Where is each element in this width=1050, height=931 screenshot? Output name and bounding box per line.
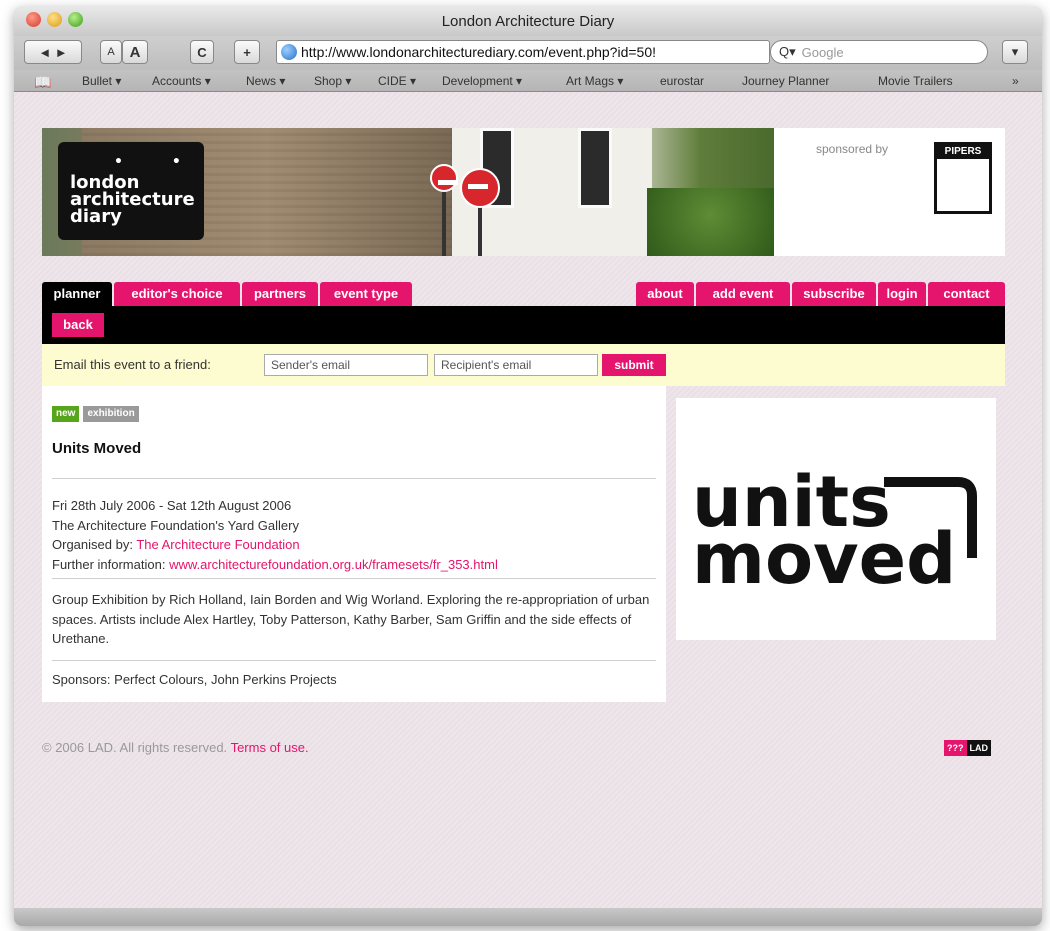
logo-text-line2: moved: [692, 518, 956, 600]
organiser-link[interactable]: The Architecture Foundation: [136, 537, 299, 552]
tab-add-event[interactable]: add event: [696, 282, 790, 306]
tab-contact[interactable]: contact: [928, 282, 1005, 306]
divider: [52, 660, 656, 661]
tab-partners[interactable]: partners: [242, 282, 318, 306]
tab-login[interactable]: login: [878, 282, 926, 306]
browser-toolbar: ◄ ► A A C + http://www.londonarchitectur…: [14, 36, 1042, 70]
bookmark-movie-trailers[interactable]: Movie Trailers: [878, 74, 953, 88]
tab-event-type[interactable]: event type: [320, 282, 412, 306]
back-button[interactable]: back: [52, 313, 104, 337]
recipient-email-input[interactable]: Recipient's email: [434, 354, 598, 376]
book-icon[interactable]: 📖: [34, 74, 51, 91]
event-type-badge[interactable]: exhibition: [83, 406, 139, 422]
event-description: Group Exhibition by Rich Holland, Iain B…: [52, 592, 650, 646]
main-nav: planner editor's choice partners event t…: [42, 282, 1005, 344]
email-friend-form: Email this event to a friend: Sender's e…: [42, 344, 1005, 386]
organised-by-label: Organised by:: [52, 537, 133, 552]
bookmark-accounts[interactable]: Accounts ▾: [152, 74, 211, 88]
email-friend-label: Email this event to a friend:: [54, 357, 211, 372]
browser-window: London Architecture Diary ◄ ► A A C + ht…: [14, 6, 1042, 926]
bookmarks-bar: 📖 Bullet ▾ Accounts ▾ News ▾ Shop ▾ CIDE…: [14, 70, 1042, 92]
divider: [52, 478, 656, 479]
bookmark-development[interactable]: Development ▾: [442, 74, 522, 88]
reload-button[interactable]: C: [190, 40, 214, 64]
submit-button[interactable]: submit: [602, 354, 666, 376]
no-entry-sign-icon: [460, 168, 500, 208]
tab-planner[interactable]: planner: [42, 282, 112, 306]
title-bar: London Architecture Diary: [14, 6, 1042, 36]
site-banner: • • london architecture diary sponsored …: [42, 128, 1005, 256]
sender-email-input[interactable]: Sender's email: [264, 354, 428, 376]
sponsor-logo[interactable]: PIPERS: [934, 142, 992, 214]
no-entry-sign-icon: [430, 164, 458, 192]
event-venue: The Architecture Foundation's Yard Galle…: [52, 517, 299, 533]
terms-link[interactable]: Terms of use.: [231, 740, 309, 755]
add-bookmark-button[interactable]: +: [234, 40, 260, 64]
text-smaller-button[interactable]: A: [100, 40, 122, 64]
event-title: Units Moved: [52, 440, 142, 457]
search-field[interactable]: Q▾ Google: [770, 40, 988, 64]
bookmark-bullet[interactable]: Bullet ▾: [82, 74, 121, 88]
footer-logo-left: ???: [944, 740, 967, 756]
new-badge: new: [52, 406, 80, 422]
back-forward-buttons[interactable]: ◄ ►: [24, 40, 82, 64]
further-info-label: Further information:: [52, 556, 166, 572]
sub-nav-bar: back: [42, 306, 1005, 344]
divider: [52, 578, 656, 579]
event-dates: Fri 28th July 2006 - Sat 12th August 200…: [52, 498, 292, 513]
bookmarks-overflow[interactable]: »: [1012, 74, 1019, 88]
search-icon: Q▾: [779, 44, 796, 59]
tab-subscribe[interactable]: subscribe: [792, 282, 876, 306]
globe-icon: [281, 44, 297, 60]
site-logo[interactable]: • • london architecture diary: [58, 142, 204, 240]
event-details: new exhibition Units Moved Fri 28th July…: [42, 386, 666, 702]
text-bigger-button[interactable]: A: [122, 40, 148, 64]
status-bar: [14, 908, 1042, 926]
event-image: units moved: [676, 398, 996, 640]
actions-menu-button[interactable]: ▾: [1002, 40, 1028, 64]
units-moved-logo: units moved: [692, 461, 977, 600]
sponsored-by-label: sponsored by: [816, 142, 889, 156]
tab-about[interactable]: about: [636, 282, 694, 306]
further-info-link[interactable]: www.architecturefoundation.org.uk/frames…: [169, 557, 498, 572]
copyright-text: © 2006 LAD. All rights reserved.: [42, 740, 228, 755]
url-text: http://www.londonarchitecturediary.com/e…: [301, 44, 657, 60]
window-title: London Architecture Diary: [441, 13, 615, 30]
footer: © 2006 LAD. All rights reserved. Terms o…: [42, 740, 309, 755]
footer-logo-right: LAD: [966, 740, 991, 756]
address-bar[interactable]: http://www.londonarchitecturediary.com/e…: [276, 40, 770, 64]
tab-editors-choice[interactable]: editor's choice: [114, 282, 240, 306]
bookmark-cide[interactable]: CIDE ▾: [378, 74, 416, 88]
search-placeholder: Google: [801, 44, 844, 60]
footer-logo: ??? LAD: [944, 740, 991, 756]
page-viewport: • • london architecture diary sponsored …: [14, 92, 1042, 908]
bookmark-eurostar[interactable]: eurostar: [660, 74, 704, 88]
event-sponsors: Sponsors: Perfect Colours, John Perkins …: [52, 672, 337, 687]
bookmark-news[interactable]: News ▾: [246, 74, 285, 88]
bookmark-journey-planner[interactable]: Journey Planner: [742, 74, 829, 88]
bookmark-shop[interactable]: Shop ▾: [314, 74, 351, 88]
bookmark-art-mags[interactable]: Art Mags ▾: [566, 74, 623, 88]
